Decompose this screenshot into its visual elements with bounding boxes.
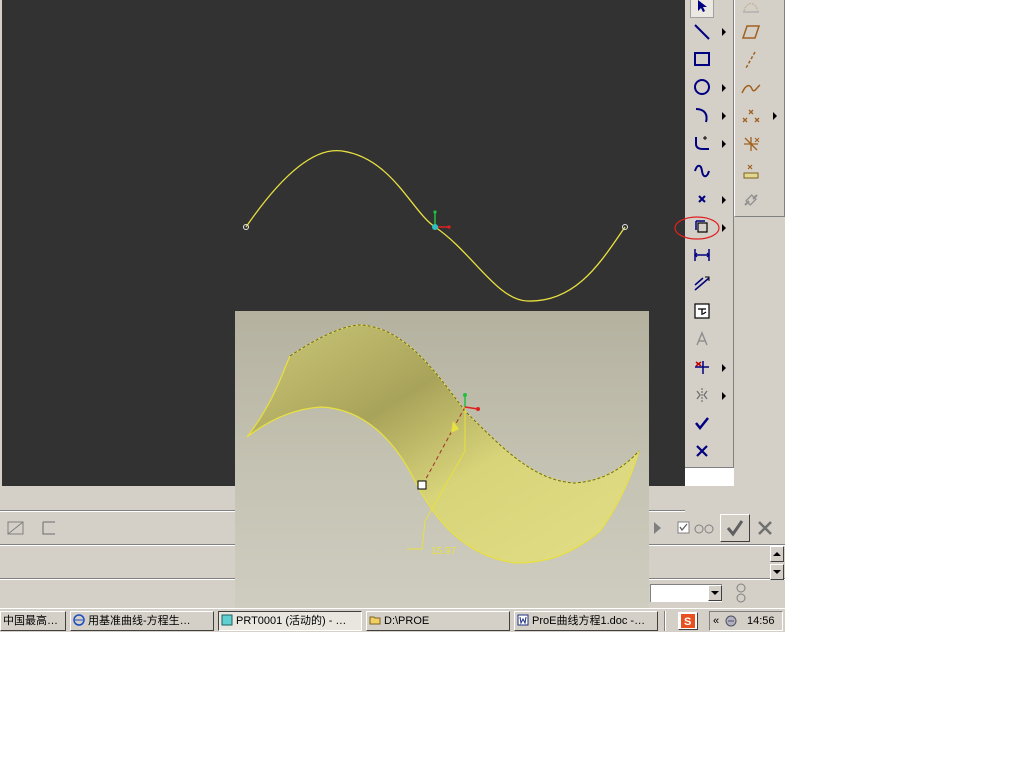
- taskbar-item-label: 中国最高…: [3, 615, 58, 627]
- taskbar: 中国最高… 用基准曲线-方程生… PRT0001 (活动的) - … D:\PR…: [0, 608, 785, 632]
- taskbar-item[interactable]: D:\PROE: [366, 611, 510, 631]
- ie-icon: [73, 614, 85, 626]
- clock: 14:56: [747, 615, 775, 627]
- taskbar-item-label: 用基准曲线-方程生…: [88, 615, 191, 627]
- arc-flyout-arrow-icon[interactable]: [722, 112, 726, 120]
- play-icon[interactable]: [654, 522, 661, 534]
- rectangle-icon[interactable]: [690, 47, 714, 71]
- taskbar-item[interactable]: 中国最高…: [0, 611, 66, 631]
- preview-checkbox[interactable]: [677, 521, 717, 540]
- select-dropdown-button[interactable]: [708, 585, 722, 601]
- fillet-flyout-arrow-icon[interactable]: [722, 140, 726, 148]
- shaded-surface: [246, 324, 640, 564]
- taskbar-item[interactable]: 用基准曲线-方程生…: [70, 611, 214, 631]
- analysis-icon[interactable]: [739, 160, 763, 184]
- done-check-icon[interactable]: [690, 411, 714, 435]
- folder-icon: [369, 614, 381, 626]
- sketch-view-icon[interactable]: [6, 520, 26, 541]
- datum-toolbar: [734, 0, 785, 217]
- word-icon: [517, 614, 529, 626]
- datum-curve-icon[interactable]: [739, 76, 763, 100]
- trim-icon[interactable]: [690, 355, 714, 379]
- surface-preview-image: 15.97: [235, 311, 649, 610]
- taskbar-item[interactable]: ProE曲线方程1.doc -…: [514, 611, 658, 631]
- scroll-up-button[interactable]: [770, 546, 784, 562]
- volume-icon[interactable]: [724, 614, 740, 634]
- toolbar-background: [734, 217, 785, 486]
- datum-point-flyout-arrow-icon[interactable]: [773, 112, 777, 120]
- connection-icon: [734, 582, 748, 609]
- coordinate-system-icon: [432, 210, 451, 230]
- text-icon[interactable]: [690, 327, 714, 351]
- reference-icon[interactable]: [40, 520, 58, 541]
- taskbar-item-label: PRT0001 (活动的) - …: [236, 615, 347, 627]
- circle-icon[interactable]: [690, 75, 714, 99]
- mirror-flyout-arrow-icon[interactable]: [722, 392, 726, 400]
- line-flyout-arrow-icon[interactable]: [722, 28, 726, 36]
- tray-expand-button[interactable]: «: [713, 612, 719, 630]
- use-edge-flyout-arrow-icon[interactable]: [722, 224, 726, 232]
- svg-text:S: S: [684, 616, 691, 628]
- apply-check-button[interactable]: [720, 514, 750, 542]
- cancel-x-icon[interactable]: [756, 520, 774, 541]
- circle-flyout-arrow-icon[interactable]: [722, 84, 726, 92]
- system-tray: « 14:56: [709, 611, 783, 631]
- fillet-icon[interactable]: [690, 131, 714, 155]
- proe-icon: [221, 614, 233, 626]
- datum-plane-icon[interactable]: [739, 20, 763, 44]
- datum-axis-icon[interactable]: [739, 48, 763, 72]
- datum-point-icon[interactable]: [739, 104, 763, 128]
- point-icon[interactable]: [690, 187, 714, 211]
- constraint-icon[interactable]: [690, 299, 714, 323]
- coordinate-system-icon: [463, 393, 480, 411]
- dimension-icon[interactable]: [690, 243, 714, 267]
- filter-select[interactable]: [650, 584, 722, 602]
- scroll-down-button[interactable]: [770, 564, 784, 580]
- select-arrow-icon[interactable]: [690, 0, 714, 18]
- taskbar-item[interactable]: PRT0001 (活动的) - …: [218, 611, 362, 631]
- arc-icon[interactable]: [690, 103, 714, 127]
- line-icon[interactable]: [690, 20, 714, 44]
- divider: [664, 611, 666, 631]
- point-flyout-arrow-icon[interactable]: [722, 196, 726, 204]
- taskbar-item-label: ProE曲线方程1.doc -…: [532, 615, 646, 627]
- spline-icon[interactable]: [690, 159, 714, 183]
- trim-flyout-arrow-icon[interactable]: [722, 364, 726, 372]
- highlight-ellipse: [674, 216, 720, 240]
- mirror-icon[interactable]: [690, 383, 714, 407]
- taskbar-item-label: D:\PROE: [384, 615, 430, 627]
- sogou-input-icon[interactable]: S: [678, 612, 698, 630]
- quit-x-icon[interactable]: [690, 439, 714, 463]
- modify-icon[interactable]: [690, 271, 714, 295]
- datum-plane-icon[interactable]: [739, 0, 763, 18]
- dimension-value: 15.97: [431, 546, 456, 557]
- link-icon[interactable]: [739, 188, 763, 212]
- drag-handle: [417, 480, 427, 490]
- coordinate-system-icon[interactable]: [739, 132, 763, 156]
